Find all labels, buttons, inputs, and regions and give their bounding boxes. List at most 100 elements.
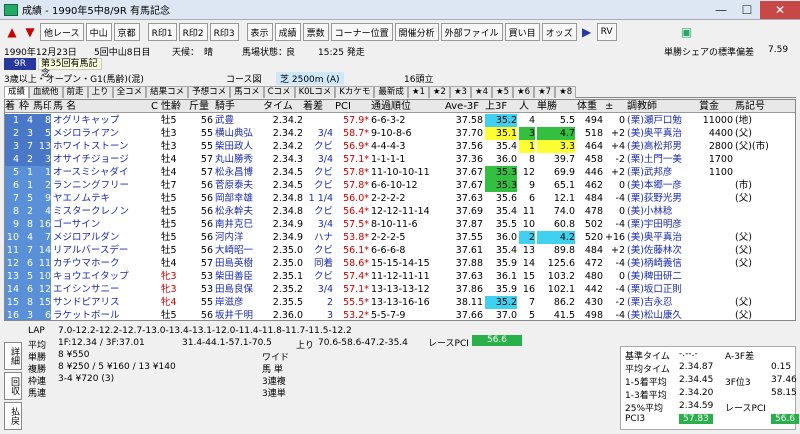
display-button[interactable]: 表示 (246, 23, 273, 41)
table-row[interactable]: 12 6 11 カチウマホーク 牡4 57 田島英樹 2.35.0 同着 58.6* 15-15-1… (5, 257, 795, 270)
corner-position-button[interactable]: コーナー位置 (330, 23, 393, 41)
table-row[interactable]: 13 5 10 キョウエイタップ 牝3 53 柴田善臣 2.35.1 クビ 57.4* 11-12-… (5, 270, 795, 283)
table-cell (699, 231, 733, 244)
table-cell: 牡5 (161, 219, 177, 230)
table-cell (735, 283, 793, 296)
table-cell: 0 (618, 115, 625, 126)
other-race-button[interactable]: 他レース (40, 23, 84, 41)
column-header[interactable]: 着差 (303, 100, 333, 113)
column-header[interactable]: 枠 (19, 100, 33, 113)
maximize-button[interactable]: ☐ (734, 1, 760, 19)
column-header[interactable]: 性齢 (161, 100, 187, 113)
meet-analysis-button[interactable]: 開催分析 (394, 23, 439, 41)
venue-kyoto-button[interactable]: 京都 (113, 23, 140, 41)
down-arrow-icon[interactable]: ▼ (22, 23, 38, 41)
table-row[interactable]: 11 7 14 リアルバースデー 牡5 56 大崎昭一 2.35.0 クビ 56.1* 6-6-6-… (5, 244, 795, 257)
column-header[interactable]: C (151, 100, 161, 113)
column-header[interactable]: Ave-3F (445, 100, 483, 113)
column-header[interactable]: 賞金 (699, 100, 733, 113)
tab-12[interactable]: ★1 (407, 86, 429, 98)
external-file-button[interactable]: 外部ファイル (440, 23, 503, 41)
table-row[interactable]: 6 1 2 ランニングフリー 牡7 56 菅原泰夫 2.34.5 クビ 57.8* 6-6-10-1… (5, 179, 795, 192)
column-header[interactable]: PCI (335, 100, 369, 113)
tab-9[interactable]: K0Lコメ (294, 86, 336, 98)
column-header[interactable]: 馬 名 (53, 100, 149, 113)
table-cell: 武豊 (215, 115, 235, 126)
tab-7[interactable]: 馬コメ (230, 86, 264, 98)
column-header[interactable]: 馬印 (33, 100, 51, 113)
table-cell: (父)(市) (735, 141, 769, 152)
tab-6[interactable]: 予想コメ (188, 86, 231, 98)
tab-2[interactable]: 前走 (62, 86, 88, 98)
table-row[interactable]: 5 1 1 オースミシャダイ 牡4 57 松永昌博 2.34.5 クビ 57.8* 11-10-10… (5, 166, 795, 179)
tab-8[interactable]: Cコメ (263, 86, 295, 98)
tab-1[interactable]: 血統他 (29, 86, 63, 98)
table-cell: 65.1 (553, 180, 575, 191)
tab-18[interactable]: ★7 (534, 86, 556, 98)
tab-4[interactable]: 全コメ (112, 86, 147, 98)
tab-19[interactable]: ★8 (555, 86, 577, 98)
venue-nakayama-button[interactable]: 中山 (85, 23, 112, 41)
stat-cell: 平均タイム (625, 365, 670, 375)
tab-15[interactable]: ★4 (470, 86, 492, 98)
votes-button[interactable]: 票数 (302, 23, 329, 41)
tab-0[interactable]: 成績 (4, 86, 30, 98)
play-icon[interactable]: ▶ (579, 23, 595, 41)
table-cell: 13 (522, 245, 535, 256)
table-row[interactable]: 7 5 9 ヤエノムテキ 牡5 56 岡部幸雄 2.34.8 1 1/4 56.0* 2-2-2-2… (5, 192, 795, 205)
payout-side-button[interactable]: 払戻 (4, 402, 22, 430)
column-header[interactable]: 単勝 (537, 100, 575, 113)
table-row[interactable]: 16 3 6 ラケットボール 牡5 56 坂井千明 2.36.0 3 53.2* 5-5-7-9 37… (5, 309, 795, 320)
r-mark1-button[interactable]: R印1 (147, 23, 177, 41)
column-header[interactable]: 騎手 (215, 100, 263, 113)
table-row[interactable]: 10 4 7 メジロアルダン 牡5 56 河内洋 2.34.9 ハナ 53.8* 2-2-2-5 37… (5, 231, 795, 244)
odds-button[interactable]: オッズ (541, 23, 577, 41)
up-arrow-icon[interactable]: ▲ (4, 23, 20, 41)
rv-button[interactable]: RV (596, 23, 617, 41)
column-header[interactable]: 調教師 (627, 100, 697, 113)
table-row[interactable]: 15 8 15 サンドピアリス 牝4 55 岸滋彦 2.35.5 2 55.5* 13-13-16-… (5, 296, 795, 309)
column-header[interactable]: 馬記号 (735, 100, 793, 113)
table-cell: 1 (19, 166, 33, 179)
table-row[interactable]: 4 2 3 オサイチジョージ 牡4 57 丸山勝秀 2.34.3 3/4 57.1* 1-1-1-1… (5, 153, 795, 166)
table-cell: 36.0 (495, 154, 517, 165)
table-cell: 494 (584, 115, 603, 126)
return-side-button[interactable]: 回収 (4, 372, 22, 400)
tab-3[interactable]: 上り (87, 86, 113, 98)
table-cell: 12.1 (553, 193, 575, 204)
table-row[interactable]: 14 6 12 エイシンサニー 牝3 53 田島良保 2.35.2 3/4 57.1* 13-13-… (5, 283, 795, 296)
r-mark3-button[interactable]: R印3 (209, 23, 239, 41)
results-button[interactable]: 成績 (274, 23, 301, 41)
table-cell: -2 (615, 154, 625, 165)
close-button[interactable]: ✕ (760, 0, 800, 19)
detail-side-button[interactable]: 詳細 (4, 342, 22, 370)
column-header[interactable]: 上3F (485, 100, 517, 113)
tab-11[interactable]: 最新成 (374, 86, 408, 98)
tab-13[interactable]: ★2 (428, 86, 450, 98)
table-cell: 3 (5, 140, 19, 153)
column-header[interactable]: 斤量 (189, 100, 213, 113)
course-map-link[interactable]: コース図 (226, 72, 262, 85)
column-header[interactable]: 人 (519, 100, 535, 113)
column-header[interactable]: タイム (263, 100, 303, 113)
table-cell: 35.4 (495, 141, 517, 152)
table-row[interactable]: 1 4 8 オグリキャップ 牡5 56 武豊 2.34.2 57.9* 6-6-3-2 37.58 3… (5, 114, 795, 127)
avg-value: 1F:12.34 / 3F:37.01 (58, 338, 145, 348)
column-header[interactable]: ± (605, 100, 625, 113)
table-row[interactable]: 9 8 16 ゴーサイン 牡5 56 南井克巳 2.34.9 3/4 57.5* 8-10-11-6… (5, 218, 795, 231)
export-icon[interactable]: ▣ (679, 23, 695, 41)
tab-5[interactable]: 結果コメ (146, 86, 189, 98)
column-header[interactable]: 着 (5, 100, 19, 113)
minimize-button[interactable]: — (708, 1, 734, 19)
tab-16[interactable]: ★5 (492, 86, 514, 98)
tab-14[interactable]: ★3 (449, 86, 471, 98)
r-mark2-button[interactable]: R印2 (178, 23, 208, 41)
column-header[interactable]: 通過順位 (371, 100, 445, 113)
buy-button[interactable]: 買い目 (504, 23, 540, 41)
tab-17[interactable]: ★6 (513, 86, 535, 98)
column-header[interactable]: 体重 (577, 100, 603, 113)
table-row[interactable]: 2 3 5 メジロライアン 牡3 55 横山典弘 2.34.2 3/4 58.7* 9-10-8-6… (5, 127, 795, 140)
tab-10[interactable]: Kカケモ (335, 86, 375, 98)
table-row[interactable]: 3 7 13 ホワイトストーン 牡3 55 柴田政人 2.34.2 クビ 56.9* 4-4-4-3… (5, 140, 795, 153)
table-row[interactable]: 8 2 4 ミスタークレノン 牡5 56 松永幹夫 2.34.8 クビ 56.4* 12-12-11… (5, 205, 795, 218)
